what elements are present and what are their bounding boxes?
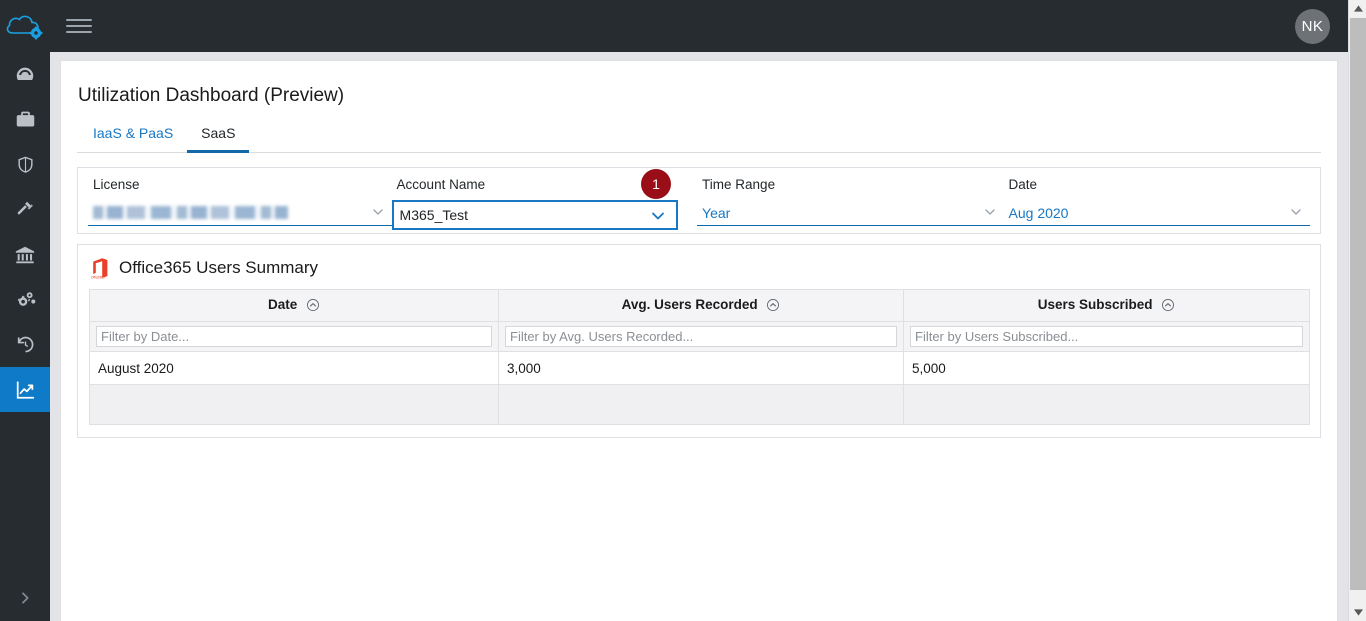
chevron-right-icon[interactable] bbox=[0, 575, 50, 621]
column-header-avg-users-recorded[interactable]: Avg. Users Recorded bbox=[498, 289, 904, 322]
account-name-value: M365_Test bbox=[399, 207, 469, 223]
app-root: NK Utilization Dashboard (Preview) IaaS … bbox=[0, 0, 1366, 621]
summary-title: Office365 Users Summary bbox=[119, 258, 319, 277]
summary-header: Office365 Office365 Users Summary bbox=[89, 257, 1309, 279]
step-badge: 1 bbox=[641, 169, 671, 199]
filter-cell-avg-users-recorded bbox=[498, 321, 904, 352]
chevron-down-icon bbox=[1288, 204, 1304, 225]
tab-saas[interactable]: SaaS bbox=[187, 121, 250, 153]
chevron-up-circle-icon[interactable] bbox=[766, 298, 780, 315]
table-header-row: Date Avg. Users Recorded Users Subscribe… bbox=[89, 289, 1310, 322]
column-header-avg-users-recorded-label: Avg. Users Recorded bbox=[621, 296, 758, 312]
column-header-users-subscribed-label: Users Subscribed bbox=[1037, 296, 1153, 312]
content-area: Utilization Dashboard (Preview) IaaS & P… bbox=[50, 52, 1348, 621]
license-filter: License bbox=[88, 177, 392, 233]
sidebar-item-portfolio[interactable] bbox=[0, 97, 50, 142]
column-header-date-label: Date bbox=[267, 296, 298, 312]
date-value: Aug 2020 bbox=[1008, 204, 1069, 221]
table-row[interactable]: August 2020 3,000 5,000 bbox=[89, 351, 1310, 385]
scroll-down-arrow-icon[interactable] bbox=[1349, 604, 1366, 621]
top-bar: NK bbox=[0, 0, 1348, 52]
date-filter: Date Aug 2020 bbox=[1003, 177, 1310, 233]
table-filter-row bbox=[89, 321, 1310, 352]
sidebar-item-security[interactable] bbox=[0, 142, 50, 187]
time-range-value: Year bbox=[702, 204, 731, 221]
cell-empty-3 bbox=[903, 384, 1310, 425]
scrollbar-thumb[interactable] bbox=[1350, 18, 1366, 590]
cloud-gear-logo[interactable] bbox=[0, 11, 50, 41]
tab-bar: IaaS & PaaS SaaS bbox=[77, 121, 1321, 153]
chevron-down-icon bbox=[982, 204, 998, 225]
license-select[interactable] bbox=[88, 200, 392, 226]
svg-text:Office365: Office365 bbox=[91, 275, 105, 279]
tab-iaas-paas[interactable]: IaaS & PaaS bbox=[79, 121, 187, 153]
cell-users-subscribed: 5,000 bbox=[903, 351, 1310, 385]
time-range-filter: Time Range Year bbox=[697, 177, 1004, 233]
scroll-up-arrow-icon[interactable] bbox=[1349, 0, 1366, 17]
sidebar bbox=[0, 52, 50, 621]
sidebar-item-dashboard[interactable] bbox=[0, 52, 50, 97]
cell-avg-users-recorded: 3,000 bbox=[498, 351, 904, 385]
sidebar-item-reports[interactable] bbox=[0, 367, 50, 412]
filter-cell-users-subscribed bbox=[903, 321, 1310, 352]
office365-logo-icon: Office365 bbox=[91, 257, 110, 279]
filter-input-users-subscribed[interactable] bbox=[910, 326, 1303, 347]
page-title: Utilization Dashboard (Preview) bbox=[78, 85, 345, 106]
sidebar-item-history[interactable] bbox=[0, 322, 50, 367]
cell-date: August 2020 bbox=[89, 351, 499, 385]
date-select[interactable]: Aug 2020 bbox=[1003, 200, 1310, 226]
license-label: License bbox=[93, 177, 140, 192]
account-name-select[interactable]: M365_Test bbox=[391, 200, 678, 231]
chevron-down-icon bbox=[648, 206, 668, 231]
chevron-up-circle-icon[interactable] bbox=[1161, 298, 1175, 315]
chevron-down-icon bbox=[370, 204, 386, 225]
office365-users-summary-panel: Office365 Office365 Users Summary Date A… bbox=[77, 244, 1321, 438]
sidebar-item-automation[interactable] bbox=[0, 277, 50, 322]
dashboard-card: Utilization Dashboard (Preview) IaaS & P… bbox=[60, 60, 1338, 621]
chevron-up-circle-icon[interactable] bbox=[306, 298, 320, 315]
time-range-select[interactable]: Year bbox=[697, 200, 1004, 226]
filter-cell-date bbox=[89, 321, 499, 352]
filter-input-date[interactable] bbox=[96, 326, 492, 347]
column-header-users-subscribed[interactable]: Users Subscribed bbox=[903, 289, 1310, 322]
avatar[interactable]: NK bbox=[1295, 9, 1330, 44]
cell-empty-1 bbox=[89, 384, 499, 425]
date-label: Date bbox=[1008, 177, 1038, 192]
column-header-date[interactable]: Date bbox=[89, 289, 499, 322]
filter-input-avg-users-recorded[interactable] bbox=[505, 326, 897, 347]
license-value-redacted bbox=[93, 206, 288, 219]
time-range-label: Time Range bbox=[702, 177, 776, 192]
hamburger-menu-icon[interactable] bbox=[66, 19, 92, 33]
sidebar-item-governance[interactable] bbox=[0, 187, 50, 232]
cell-empty-2 bbox=[498, 384, 904, 425]
page-scrollbar[interactable] bbox=[1348, 0, 1366, 621]
sidebar-item-finance[interactable] bbox=[0, 232, 50, 277]
table-row-empty bbox=[89, 384, 1310, 425]
filter-bar: License Account Name M365_Test Time Rang… bbox=[77, 167, 1321, 234]
users-summary-table: Date Avg. Users Recorded Users Subscribe… bbox=[89, 289, 1310, 425]
